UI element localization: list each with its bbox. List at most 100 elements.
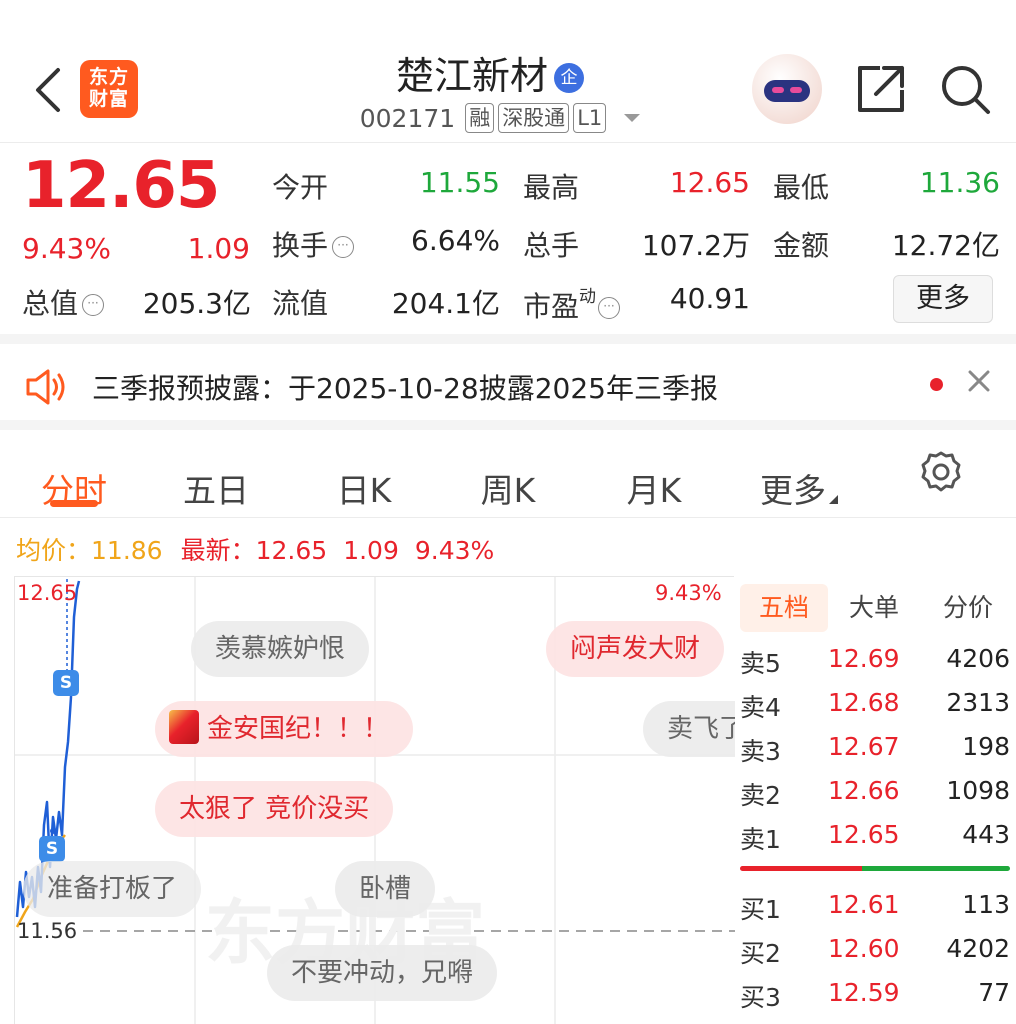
corner-triangle-icon (829, 495, 838, 504)
chart-top-percent: 9.43% (655, 581, 722, 605)
pe-value: 40.91 (669, 282, 750, 315)
barrage-bubble[interactable]: 羡慕嫉妒恨 (191, 621, 370, 677)
avg-price-value: 11.86 (91, 536, 163, 565)
pe-label[interactable]: 市盈动 ··· (523, 282, 621, 325)
stock-title[interactable]: 楚江新材企 (300, 45, 680, 100)
level-volume: 77 (978, 978, 1010, 1007)
level-tag: L1 (573, 103, 607, 133)
pe-dynamic-mark: 动 (579, 287, 597, 307)
app-header: 东方财富 楚江新材企 002171 融 深股通 L1 (0, 0, 1016, 143)
level-price: 12.65 (828, 820, 900, 849)
stock-name: 楚江新材 (395, 54, 548, 98)
level-volume: 113 (962, 890, 1010, 919)
float-value: 204.1亿 (391, 287, 500, 320)
tab-weekly-k[interactable]: 周K (470, 464, 546, 512)
high-label: 最高 (523, 171, 580, 204)
share-icon[interactable] (854, 62, 908, 116)
barrage-bubble[interactable]: 闷声发大财 (546, 621, 725, 677)
turnover-label[interactable]: 换手 ··· (272, 224, 355, 264)
dropdown-arrow-icon[interactable] (624, 114, 641, 122)
active-tab-indicator (50, 500, 98, 507)
announcement-bar[interactable]: 三季报预披露：于2025-10-28披露2025年三季报 (0, 354, 1016, 420)
level-price: 12.69 (828, 644, 900, 673)
tab-daily-k[interactable]: 日K (326, 464, 402, 512)
buy-row[interactable]: 买2 12.60 4202 (740, 934, 1010, 974)
open-value: 11.55 (419, 166, 500, 199)
info-icon[interactable]: ··· (82, 294, 105, 316)
gear-icon[interactable] (919, 450, 963, 494)
barrage-bubble[interactable]: 卖飞了 (643, 701, 735, 757)
latest-price-value: 12.65 (255, 536, 328, 565)
tab-price-distribution[interactable]: 分价 (924, 584, 1012, 632)
barrage-bubble[interactable]: 准备打板了 (23, 861, 202, 917)
barrage-text: 金安国纪！！！ (207, 714, 390, 744)
speaker-icon (26, 369, 65, 405)
open-label: 今开 (272, 171, 329, 204)
total-value-label-text: 总值 (22, 287, 79, 320)
level-price: 12.67 (828, 732, 900, 761)
volume-value: 107.2万 (641, 229, 750, 262)
latest-change-percent: 9.43% (414, 536, 495, 565)
level-label: 卖3 (740, 737, 781, 766)
ai-assistant-avatar[interactable] (752, 54, 822, 124)
sell-marker[interactable]: S (53, 670, 79, 696)
barrage-bubble[interactable]: 不要冲动，兄嘚 (267, 945, 498, 1001)
barrage-bubble[interactable]: 太狠了 竞价没买 (155, 781, 394, 837)
avg-price-label: 均价： (16, 536, 92, 565)
bid-ask-ratio-bar (740, 866, 1010, 871)
level-volume: 443 (962, 820, 1010, 849)
total-value-label[interactable]: 总值 ··· (22, 282, 105, 322)
barrage-bubble[interactable]: 卧槽 (335, 861, 436, 917)
total-value: 205.3亿 (142, 287, 251, 320)
unread-dot (930, 378, 943, 391)
tab-more[interactable]: 更多 (754, 464, 844, 512)
barrage-bubble[interactable]: 金安国纪！！！ (155, 701, 414, 757)
logo-text: 东方财富 (88, 66, 129, 110)
level-label: 卖2 (740, 781, 781, 810)
more-quote-button[interactable]: 更多 (893, 275, 993, 323)
tab-five-day[interactable]: 五日 (178, 464, 254, 512)
connect-tag: 深股通 (498, 103, 570, 133)
red-envelope-icon (169, 710, 199, 744)
level-label: 卖4 (740, 693, 781, 722)
sell-marker[interactable]: S (39, 836, 65, 862)
tab-monthly-k[interactable]: 月K (616, 464, 692, 512)
level-volume: 1098 (946, 776, 1010, 805)
volume-label: 总手 (523, 229, 580, 262)
buy-row[interactable]: 买1 12.61 113 (740, 890, 1010, 930)
chart-tabs: 分时 五日 日K 周K 月K 更多 (0, 420, 1016, 518)
search-icon[interactable] (938, 62, 992, 116)
sell-row[interactable]: 卖4 12.68 2313 (740, 688, 1010, 728)
amount-label: 金额 (773, 229, 830, 262)
tab-more-label: 更多 (760, 471, 826, 510)
chart-base-price: 11.56 (17, 919, 78, 943)
current-price: 12.65 (22, 149, 220, 223)
tab-big-orders[interactable]: 大单 (830, 584, 918, 632)
intraday-chart[interactable]: 东方财富 12.65 9.43% 11.56 S S 羡慕嫉妒恨 闷声发大财 金… (14, 576, 735, 1024)
sell-row[interactable]: 卖2 12.66 1098 (740, 776, 1010, 816)
level-price: 12.61 (828, 890, 900, 919)
quote-panel: 12.65 9.43% 1.09 今开 11.55 最高 12.65 最低 11… (0, 144, 1016, 344)
eastmoney-logo: 东方财富 (80, 60, 138, 118)
buy-row[interactable]: 买3 12.59 77 (740, 978, 1010, 1018)
latest-price-label: 最新： (180, 536, 256, 565)
stock-code-row[interactable]: 002171 融 深股通 L1 (300, 103, 700, 133)
back-arrow-icon[interactable] (28, 62, 68, 118)
turnover-value: 6.64% (411, 224, 500, 257)
info-icon[interactable]: ··· (332, 236, 355, 258)
level-price: 12.66 (828, 776, 900, 805)
sell-row[interactable]: 卖1 12.65 443 (740, 820, 1010, 860)
low-value: 11.36 (919, 166, 1000, 199)
level-label: 买1 (740, 895, 781, 924)
close-icon[interactable] (964, 366, 994, 396)
level-price: 12.68 (828, 688, 900, 717)
level-price: 12.59 (828, 978, 900, 1007)
change-amount: 1.09 (187, 232, 250, 265)
turnover-label-text: 换手 (272, 229, 329, 262)
tab-five-levels[interactable]: 五档 (740, 584, 828, 632)
robot-face-icon (764, 80, 810, 102)
level-label: 买3 (740, 983, 781, 1012)
sell-row[interactable]: 卖5 12.69 4206 (740, 644, 1010, 684)
sell-row[interactable]: 卖3 12.67 198 (740, 732, 1010, 772)
info-icon[interactable]: ··· (598, 297, 621, 319)
